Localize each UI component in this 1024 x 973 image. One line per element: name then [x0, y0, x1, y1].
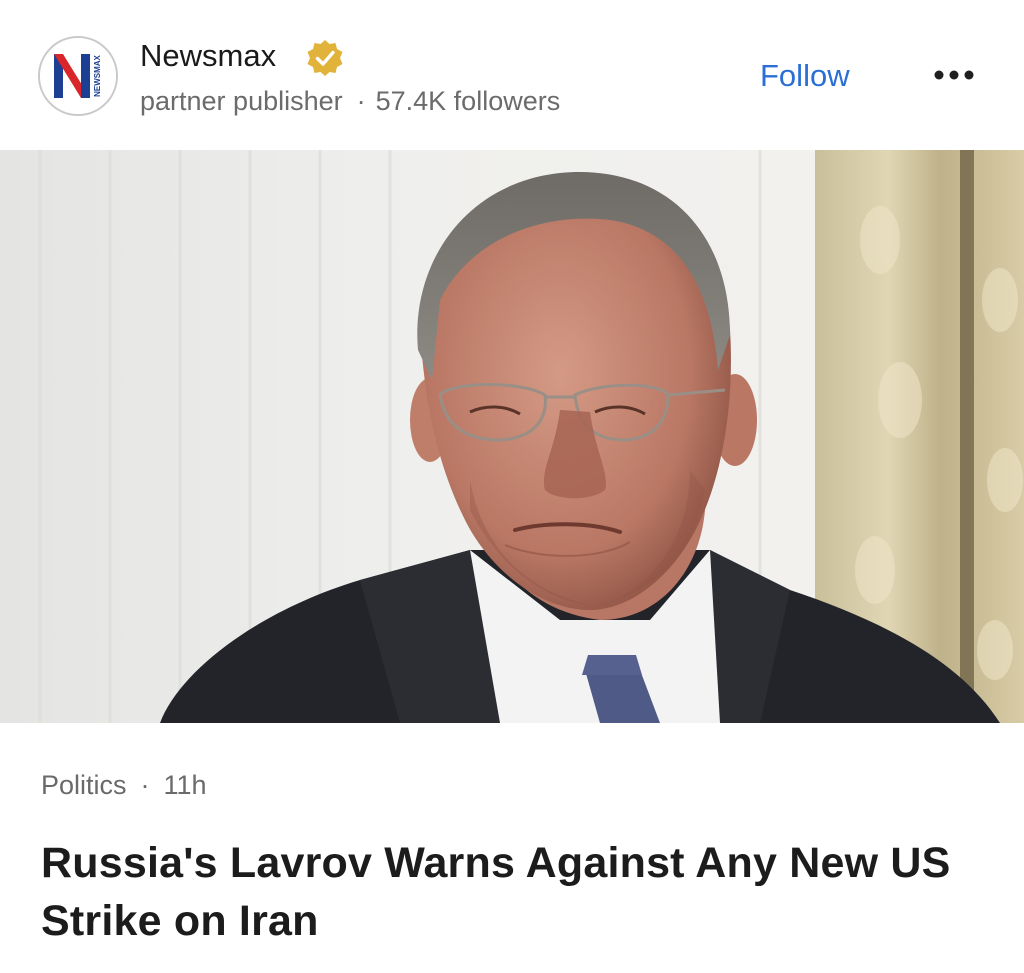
portrait-photo: [0, 150, 1024, 723]
meta-separator: ·: [356, 86, 366, 116]
article-headline[interactable]: Russia's Lavrov Warns Against Any New US…: [41, 834, 1001, 950]
publisher-avatar[interactable]: NEWSMAX: [38, 36, 118, 116]
article-meta: Politics · 11h: [41, 768, 207, 802]
follower-count: 57.4K followers: [375, 86, 561, 116]
article-hero-image[interactable]: [0, 150, 1024, 723]
publisher-name[interactable]: Newsmax: [140, 38, 276, 74]
publisher-meta: partner publisher · 57.4K followers: [140, 84, 560, 118]
article-category[interactable]: Politics: [41, 770, 127, 800]
follow-button[interactable]: Follow: [760, 56, 850, 96]
newsmax-logo-icon: NEWSMAX: [40, 38, 116, 114]
publisher-header: NEWSMAX Newsmax partner publisher · 57.4K …: [0, 0, 1024, 150]
more-options-icon[interactable]: [930, 60, 978, 90]
publisher-type: partner publisher: [140, 86, 343, 116]
logo-wordmark: NEWSMAX: [93, 54, 102, 96]
meta-separator: ·: [140, 770, 150, 800]
article-time: 11h: [163, 770, 207, 800]
verified-badge-icon: [307, 40, 343, 76]
